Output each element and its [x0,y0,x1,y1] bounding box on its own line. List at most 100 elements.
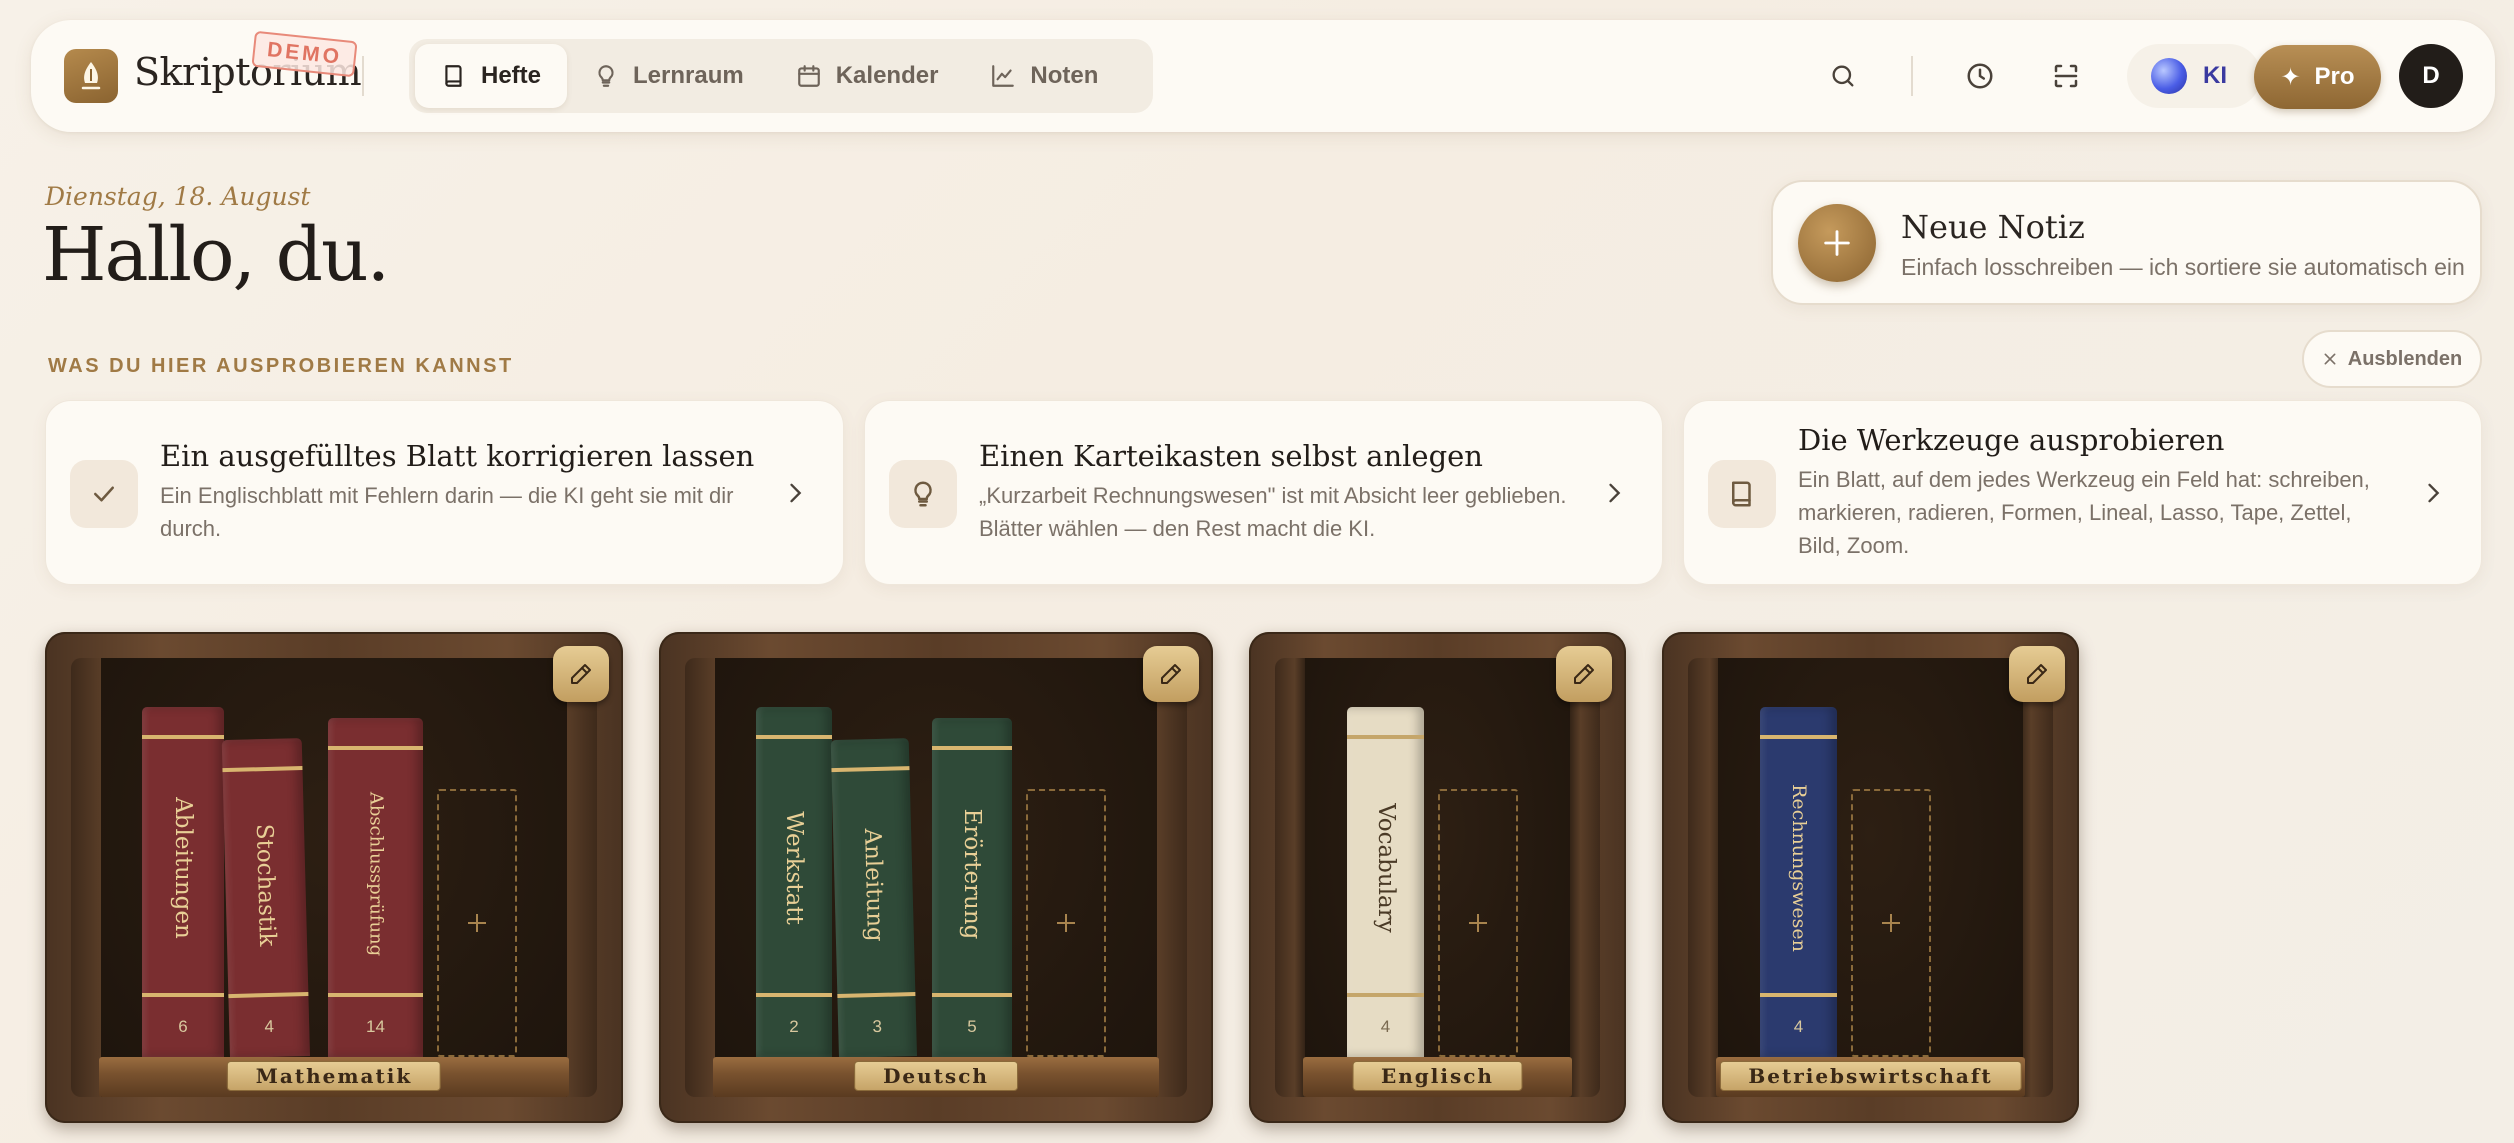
try-card-correct[interactable]: Ein ausgefülltes Blatt korrigieren lasse… [45,400,844,585]
plus-icon [468,914,486,932]
sparkle-icon: ✦ [2280,63,2301,91]
shelf-englisch: Vocabulary 4 Englisch [1249,632,1626,1123]
book-count: 6 [178,1017,188,1036]
card-title: Einen Karteikasten selbst anlegen [979,439,1483,473]
history-button[interactable] [1960,56,2000,96]
tab-lernraum[interactable]: Lernraum [567,44,770,108]
book-icon [445,65,462,87]
shelf-label: Mathematik [226,1061,442,1091]
date-label: Dienstag, 18. August [45,182,311,211]
book-title: Werkstatt [781,811,807,925]
hide-label: Ausblenden [2347,347,2463,370]
avatar[interactable]: D [2399,44,2463,108]
edit-shelf-button[interactable] [1143,646,1199,702]
add-book-slot[interactable] [1438,789,1518,1057]
edit-shelf-button[interactable] [2009,646,2065,702]
chevron-right-icon [790,483,802,503]
new-note-button[interactable]: Neue Notiz Einfach losschreiben — ich so… [1771,180,2482,305]
shelf-label: Deutsch [854,1061,1018,1091]
close-icon [2324,353,2336,365]
tab-hefte[interactable]: Hefte [415,44,568,108]
try-card-flashcards[interactable]: Einen Karteikasten selbst anlegen „Kurza… [864,400,1663,585]
calendar-icon [797,65,820,87]
main-nav: Hefte Lernraum Kalender Noten [409,39,1153,113]
pencil-icon [2027,664,2047,684]
ki-orb-icon [2151,58,2187,94]
pencil-icon [1161,664,1181,684]
book-title: Vocabulary [1372,803,1399,933]
section-label: WAS DU HIER AUSPROBIEREN KANNST [48,355,514,377]
page-title: Hallo, du. [42,212,390,298]
card-description: Ein Blatt, auf dem jedes Werkzeug ein Fe… [1798,467,2370,558]
card-description: Ein Englischblatt mit Fehlern darin — di… [160,483,734,541]
edit-shelf-button[interactable] [1556,646,1612,702]
book-title: Rechnungswesen [1787,784,1810,952]
search-button[interactable] [1823,56,1863,96]
book-title: Stochastik [250,823,281,947]
new-note-title: Neue Notiz [1901,208,2085,246]
book-werkstatt[interactable]: Werkstatt 2 [756,707,832,1057]
book-count: 14 [366,1017,385,1036]
book-count: 4 [1793,1017,1804,1036]
book-count: 2 [789,1017,799,1036]
top-bar: Skriptorium DEMO Hefte Lernraum Kalender… [31,20,2495,132]
plus-icon [1469,914,1487,932]
chevron-right-icon [2428,483,2440,503]
book-abschlusspruefung[interactable]: Abschlussprüfung 14 [328,718,423,1057]
book-title: Anleitung [859,828,888,943]
book-rechnungswesen[interactable]: Rechnungswesen 4 [1760,707,1837,1057]
divider [1911,56,1913,96]
book-count: 4 [264,1016,275,1037]
edit-shelf-button[interactable] [553,646,609,702]
new-note-subtitle: Einfach losschreiben — ich sortiere sie … [1901,254,2465,280]
try-card-tools[interactable]: Die Werkzeuge ausprobieren Ein Blatt, au… [1683,400,2482,585]
book-title: Abschlussprüfung [365,791,386,957]
book-title: Erörterung [959,808,985,940]
add-book-slot[interactable] [1026,789,1106,1057]
chart-icon [992,65,1015,87]
search-icon [1832,65,1854,87]
plus-icon [1882,914,1900,932]
add-book-slot[interactable] [1851,789,1931,1057]
pro-label: Pro [2314,63,2355,90]
book-count: 4 [1380,1017,1391,1036]
divider [362,56,364,96]
ki-button[interactable]: KI [2127,44,2261,108]
logo-quill-icon[interactable] [64,49,118,103]
tab-noten[interactable]: Noten [964,44,1124,108]
book-count: 3 [872,1016,883,1037]
shelf-deutsch: Werkstatt 2 Anleitung 3 Erörterung 5 Deu… [659,632,1213,1123]
book-anleitung[interactable]: Anleitung 3 [830,738,917,1059]
card-description: „Kurzarbeit Rechnungswesen" ist mit Absi… [979,483,1567,541]
chevron-right-icon [1609,483,1621,503]
shelf-betriebswirtschaft: Rechnungswesen 4 Betriebswirtschaft [1662,632,2079,1123]
clock-icon [1967,63,1993,89]
pencil-icon [571,664,591,684]
hide-button[interactable]: Ausblenden [2302,330,2482,388]
tab-kalender[interactable]: Kalender [770,44,965,108]
scan-icon [2054,64,2078,88]
scan-button[interactable] [2046,56,2086,96]
book-ableitungen[interactable]: Ableitungen 6 [142,707,224,1057]
add-book-slot[interactable] [437,789,517,1057]
tab-label: Lernraum [633,62,744,89]
lightbulb-icon [598,65,614,87]
pencil-icon [1574,664,1594,684]
shelf-label: Englisch [1352,1061,1523,1091]
pro-button[interactable]: ✦ Pro [2254,45,2381,109]
ki-label: KI [2203,62,2227,89]
book-title: Ableitungen [170,797,196,939]
lightbulb-icon [889,460,957,528]
tab-label: Noten [1030,62,1099,89]
book-vocabulary[interactable]: Vocabulary 4 [1347,707,1424,1057]
plus-icon [1057,914,1075,932]
book-stochastik[interactable]: Stochastik 4 [221,738,310,1059]
card-title: Die Werkzeuge ausprobieren [1798,423,2225,457]
tab-label: Hefte [481,62,542,89]
book-eroerterung[interactable]: Erörterung 5 [932,718,1012,1057]
card-title: Ein ausgefülltes Blatt korrigieren lasse… [160,439,755,473]
shelf-label: Betriebswirtschaft [1719,1061,2022,1091]
book-icon [1708,460,1776,528]
check-icon [70,460,138,528]
plus-icon [1798,204,1876,282]
